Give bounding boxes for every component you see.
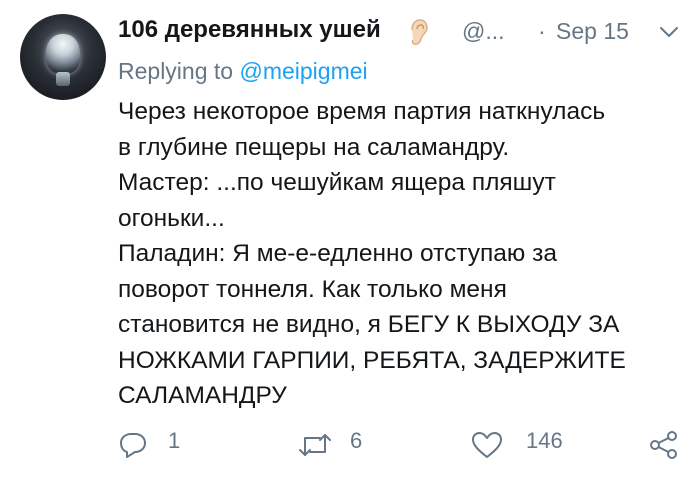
tweet-header: 106 деревянных ушей @... · Sep 15 — [118, 14, 688, 48]
tweet: 106 деревянных ушей @... · Sep 15 Replyi… — [0, 0, 700, 480]
tweet-body-line: САЛАМАНДРУ — [118, 382, 287, 409]
replying-to-handle[interactable]: @meipigmei — [239, 58, 367, 84]
like-count: 146 — [526, 428, 563, 453]
retweet-count: 6 — [350, 428, 363, 453]
tweet-body-line: НОЖКАМИ ГАРПИИ, РЕБЯТА, ЗАДЕРЖИТЕ — [118, 346, 626, 374]
tweet-body-line: Через некоторое время партия наткнулась — [118, 98, 606, 125]
share-icon — [650, 431, 677, 459]
tweet-body-line: Паладин: Я ме-е-едленно отступаю за — [118, 240, 557, 267]
tweet-body: Через некоторое время партия наткнулась … — [118, 94, 688, 414]
avatar-bowl — [46, 34, 80, 74]
replying-to-line: Replying to @meipigmei — [118, 58, 368, 85]
heart-icon — [472, 432, 502, 458]
tweet-body-line: Мастер: ...по чешуйкам ящера пляшут — [118, 169, 556, 196]
avatar[interactable] — [20, 14, 106, 100]
tweet-body-line: огоньки... — [118, 204, 225, 232]
chevron-down-icon[interactable] — [658, 24, 680, 40]
separator-dot: · — [538, 18, 546, 44]
tweet-body-line: поворот тоннеля. Как только меня — [118, 275, 507, 303]
avatar-stem — [56, 72, 70, 86]
author-handle[interactable]: @... — [462, 18, 505, 45]
ear-icon — [411, 19, 428, 45]
author-name[interactable]: 106 деревянных ушей — [118, 16, 381, 44]
reply-icon — [120, 433, 146, 458]
replying-to-prefix: Replying to — [118, 58, 234, 84]
tweet-body-line: в глубине пещеры на саламандру. — [118, 133, 510, 161]
reply-count: 1 — [168, 428, 181, 453]
tweet-body-line: становится не видно, я БЕГУ К ВЫХОДУ ЗА — [118, 311, 620, 338]
action-bar: 1 6 146 — [0, 420, 700, 470]
tweet-date[interactable]: Sep 15 — [556, 18, 629, 45]
retweet-icon — [299, 434, 331, 456]
